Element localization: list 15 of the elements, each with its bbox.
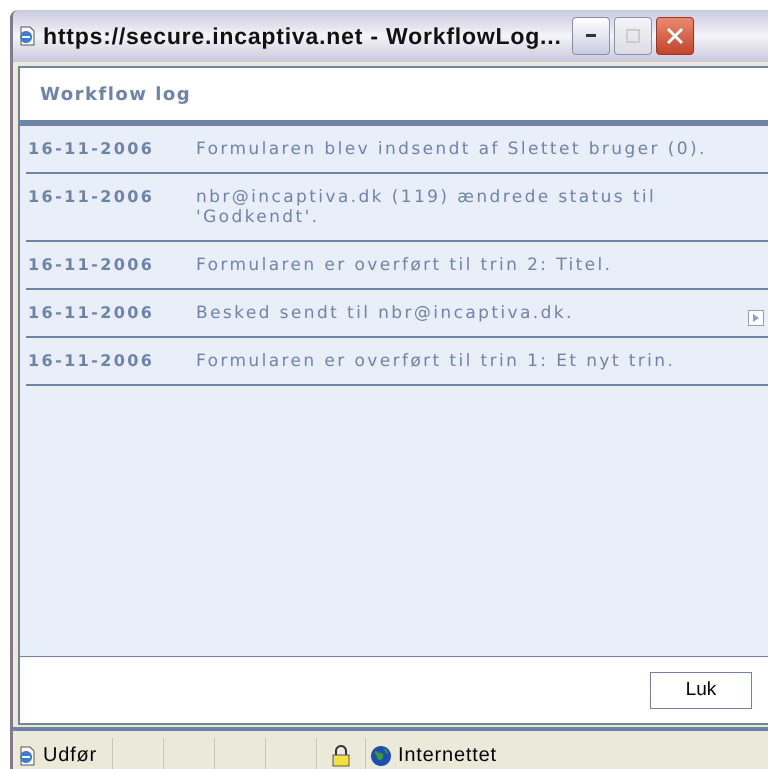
log-date: 16-11-2006 xyxy=(28,303,156,323)
log-message: nbr@incaptiva.dk (119) ændrede status til 'Godkendt'. xyxy=(196,187,658,227)
log-date: 16-11-2006 xyxy=(28,255,156,275)
window-title: https://secure.incaptiva.net - WorkflowLog... xyxy=(43,22,562,50)
status-text: Udfør xyxy=(43,744,97,767)
log-message: Formularen blev indsendt af Slettet bruger (0). xyxy=(196,139,708,159)
log-message: Formularen er overført til trin 1: Et nyt trin. xyxy=(196,351,676,371)
log-date: 16-11-2006 xyxy=(28,351,156,371)
zone-text: Internettet xyxy=(398,744,497,767)
log-message: Besked sendt til nbr@incaptiva.dk. xyxy=(196,303,575,323)
dialog-title: Workflow log xyxy=(40,84,192,104)
close-dialog-button[interactable]: Luk xyxy=(650,672,752,708)
log-date: 16-11-2006 xyxy=(28,187,156,207)
log-message: Formularen er overført til trin 2: Titel. xyxy=(196,255,614,275)
log-date: 16-11-2006 xyxy=(28,139,156,159)
